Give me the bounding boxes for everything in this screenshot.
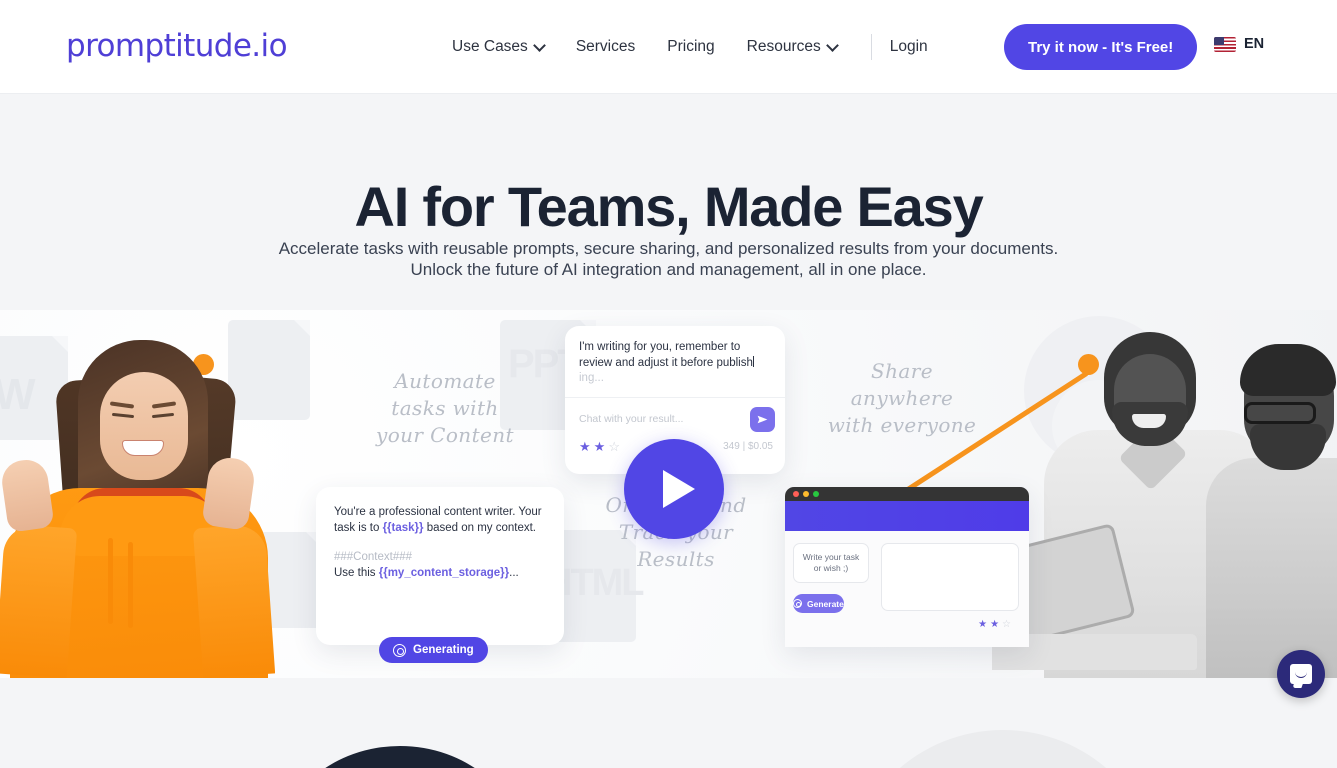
logo-text: promptitude.io: [66, 28, 288, 64]
chevron-down-icon: [828, 41, 837, 50]
prompt-context-prefix: Use this: [334, 566, 379, 579]
hero-subtitle-line-2: Unlock the future of AI integration and …: [410, 260, 927, 279]
task-input[interactable]: Write your task or wish ;): [793, 543, 869, 583]
login-link[interactable]: Login: [890, 38, 928, 56]
prompt-context-suffix: ...: [509, 566, 519, 579]
top-navigation-bar: promptitude.io Use Cases Services Pricin…: [0, 0, 1337, 94]
generating-button-label: Generating: [413, 644, 474, 656]
token-cost-label: 349 | $0.05: [723, 440, 773, 452]
next-section: [0, 678, 1337, 768]
hero-subtitle-line-1: Accelerate tasks with reusable prompts, …: [278, 239, 1059, 258]
chat-bubble-glyph: [1290, 664, 1312, 684]
prompt-context-header: ###Context###: [334, 551, 413, 563]
prompt-text: You're a professional content writer. Yo…: [334, 505, 546, 536]
annotation-left: Automate tasks with your Content: [376, 369, 514, 447]
nav-links: Use Cases Services Pricing Resources Log…: [452, 0, 928, 94]
generate-button[interactable]: Generate: [793, 594, 844, 613]
nav-item-resources[interactable]: Resources: [731, 0, 853, 94]
generating-button[interactable]: Generating: [379, 637, 488, 663]
browser-mockup-card: Write your task or wish ;) Generate ★ ★ …: [785, 487, 1029, 647]
decorative-dark-circle: [278, 746, 522, 768]
browser-app-header: [785, 501, 1029, 531]
chevron-down-icon: [535, 41, 544, 50]
chat-bubble-icon[interactable]: [1277, 650, 1325, 698]
browser-app-body: Write your task or wish ;) Generate ★ ★ …: [785, 531, 1029, 647]
window-maximize-dot[interactable]: [813, 491, 819, 497]
rating-stars[interactable]: ★ ★ ☆: [579, 440, 620, 453]
person-photo-left: [0, 320, 275, 678]
star-empty-icon[interactable]: ☆: [1002, 620, 1011, 630]
nav-item-resources-label: Resources: [746, 38, 821, 55]
person-photo-right: [992, 318, 1337, 678]
result-rating-stars[interactable]: ★ ★ ☆: [881, 620, 1019, 630]
prompt-variable-task: {{task}}: [382, 521, 424, 534]
nav-item-services-label: Services: [575, 38, 636, 55]
chat-input-row: Chat with your result...: [565, 398, 785, 438]
send-icon[interactable]: [750, 406, 775, 432]
chat-input[interactable]: Chat with your result...: [579, 413, 742, 425]
browser-left-pane: Write your task or wish ;) Generate: [785, 531, 877, 647]
star-empty-icon[interactable]: ☆: [608, 440, 620, 453]
prompt-context-line: Use this {{my_content_storage}}...: [334, 566, 546, 582]
browser-right-pane: ★ ★ ☆: [877, 531, 1029, 647]
chat-message-typed: I'm writing for you, remember to review …: [579, 341, 753, 369]
hero-subtitle: Accelerate tasks with reusable prompts, …: [0, 238, 1337, 280]
annotation-right: Share anywhere with everyone: [827, 359, 977, 437]
star-filled-icon[interactable]: ★: [978, 620, 987, 630]
chat-message-ghost: ing...: [579, 372, 604, 384]
window-minimize-dot[interactable]: [803, 491, 809, 497]
browser-titlebar: [785, 487, 1029, 501]
star-filled-icon[interactable]: ★: [990, 620, 999, 630]
nav-item-use-cases-label: Use Cases: [452, 38, 528, 55]
play-video-button[interactable]: [624, 439, 724, 539]
window-close-dot[interactable]: [793, 491, 799, 497]
prompt-text-part-2: based on my context.: [423, 521, 537, 534]
us-flag-icon: [1214, 36, 1236, 52]
result-canvas: [881, 543, 1019, 611]
try-it-now-button[interactable]: Try it now - It's Free!: [1004, 24, 1198, 70]
nav-item-pricing-label: Pricing: [667, 38, 715, 55]
page-title: AI for Teams, Made Easy: [354, 175, 983, 238]
nav-item-use-cases[interactable]: Use Cases: [452, 0, 560, 94]
chat-message: I'm writing for you, remember to review …: [579, 340, 771, 387]
openai-icon: [393, 643, 406, 657]
nav-divider: [870, 34, 872, 60]
generate-button-label: Generate: [807, 598, 844, 609]
prompt-editor-card: You're a professional content writer. Yo…: [316, 487, 564, 663]
star-filled-icon[interactable]: ★: [579, 440, 591, 453]
play-icon: [662, 470, 695, 508]
language-selector[interactable]: EN: [1214, 36, 1264, 52]
nav-item-services[interactable]: Services: [560, 0, 651, 94]
text-caret: [752, 355, 754, 367]
nav-item-pricing[interactable]: Pricing: [651, 0, 730, 94]
landing-page: promptitude.io Use Cases Services Pricin…: [0, 0, 1337, 768]
openai-icon: [793, 599, 802, 608]
star-filled-icon[interactable]: ★: [594, 440, 606, 453]
site-logo[interactable]: promptitude.io: [66, 28, 288, 64]
decorative-light-circle: [848, 730, 1158, 768]
language-label: EN: [1244, 36, 1265, 52]
prompt-variable-storage: {{my_content_storage}}: [378, 566, 510, 579]
chat-message-area: I'm writing for you, remember to review …: [565, 326, 785, 397]
